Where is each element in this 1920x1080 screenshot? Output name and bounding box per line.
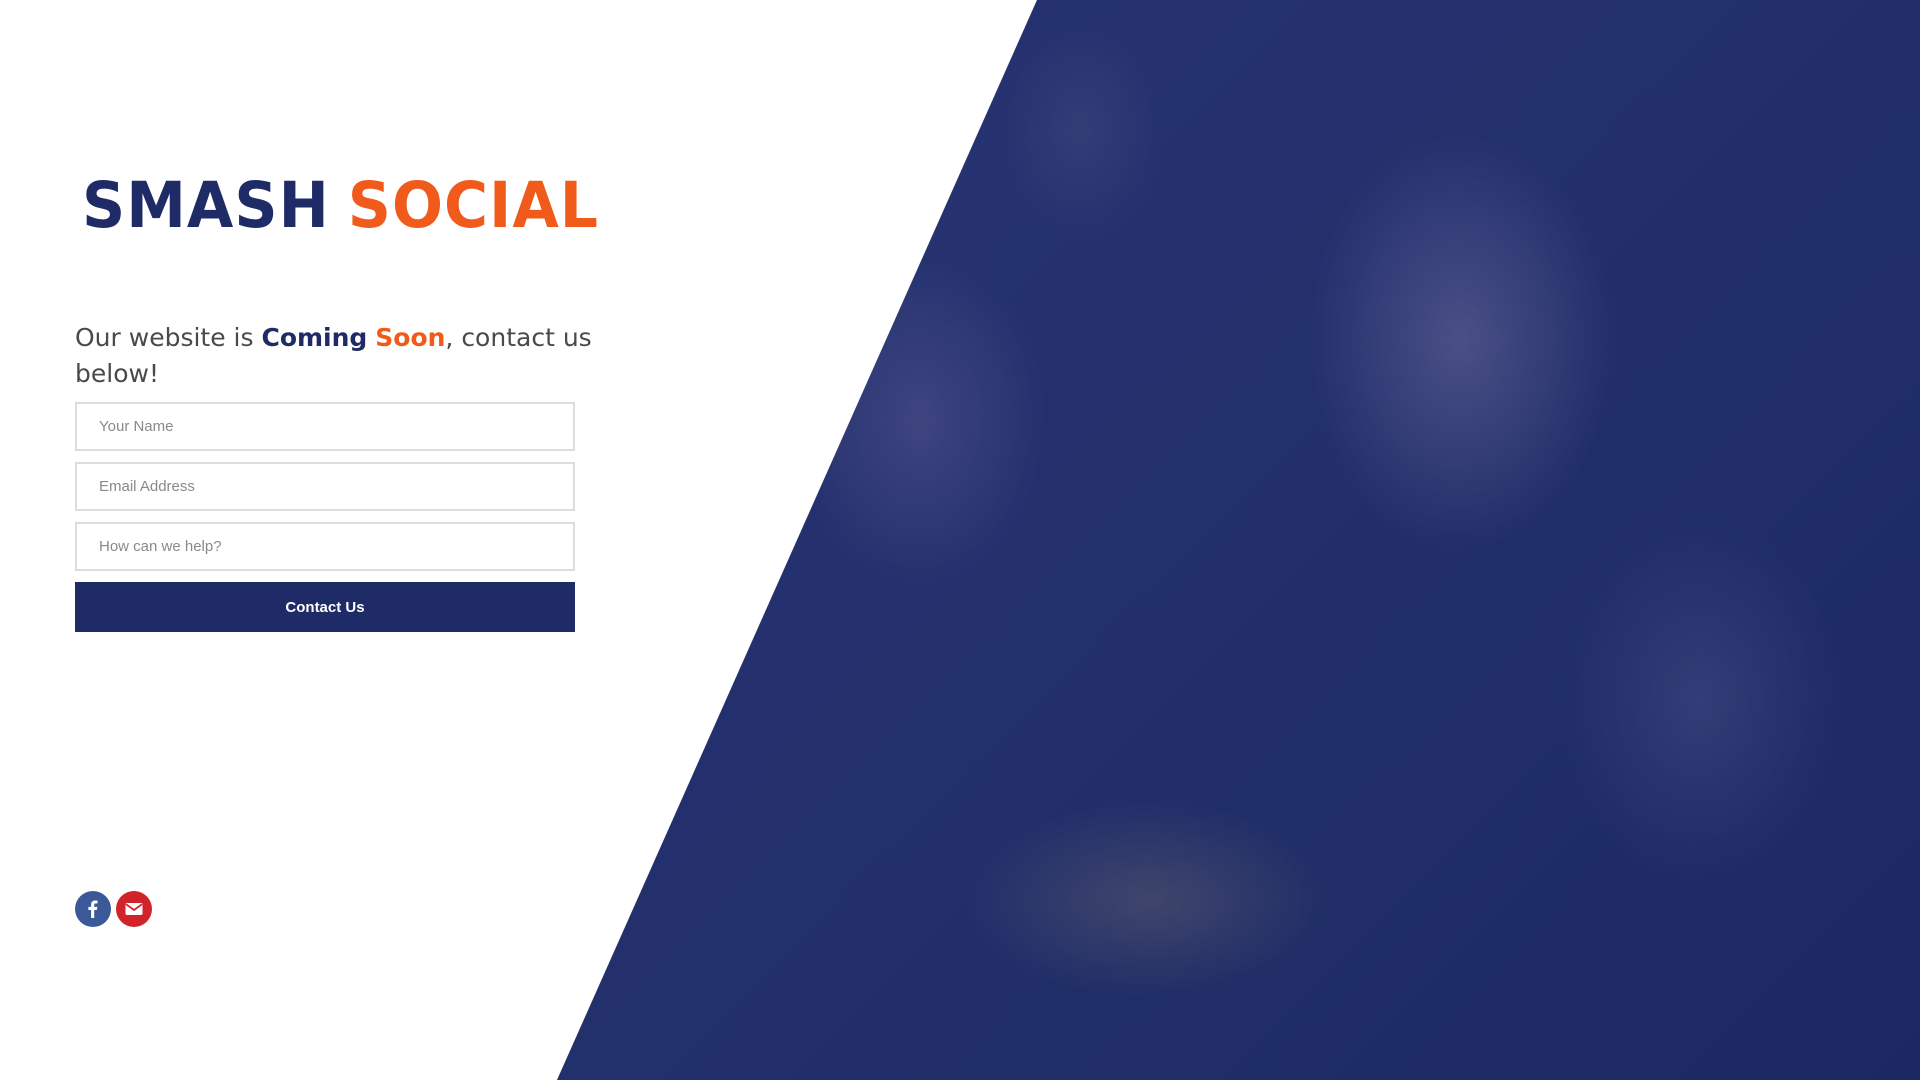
contact-form: Contact Us (75, 402, 575, 632)
brand-logo: SMASH SOCIAL (82, 175, 599, 238)
email-icon (125, 903, 143, 915)
facebook-link[interactable] (75, 891, 111, 927)
headline-coming: Coming (261, 323, 368, 352)
email-input[interactable] (75, 462, 575, 511)
contact-us-button[interactable]: Contact Us (75, 582, 575, 632)
logo-word-social: SOCIAL (347, 169, 600, 243)
email-link[interactable] (116, 891, 152, 927)
coming-soon-page: SMASH SOCIAL Our website is Coming Soon,… (0, 0, 1920, 1080)
headline-soon: Soon (375, 323, 446, 352)
facebook-icon (88, 900, 98, 918)
social-links (75, 891, 152, 927)
message-input[interactable] (75, 522, 575, 571)
logo-word-smash: SMASH (82, 169, 330, 243)
coming-soon-headline: Our website is Coming Soon, contact us b… (75, 320, 595, 392)
headline-prefix: Our website is (75, 323, 262, 352)
name-input[interactable] (75, 402, 575, 451)
